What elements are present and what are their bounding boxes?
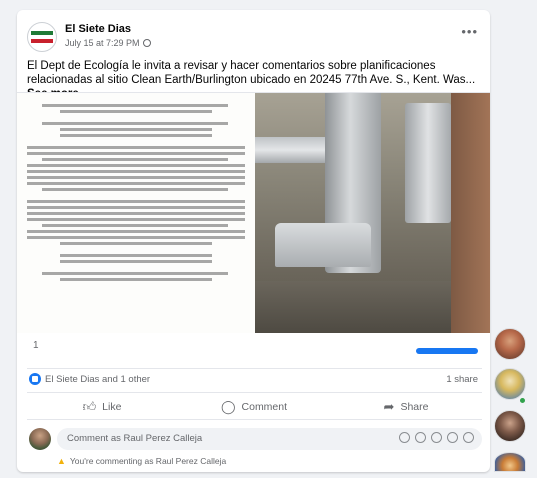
emoji-icon[interactable] (415, 432, 426, 443)
contact-avatar[interactable] (494, 452, 526, 472)
flyer-text-line (42, 188, 228, 191)
post-media[interactable] (17, 92, 490, 333)
flyer-image[interactable] (17, 93, 255, 333)
thumbs-up-icon: 👍︎ (82, 399, 97, 414)
user-avatar[interactable] (29, 428, 51, 450)
speech-bubble-icon: ◯ (220, 399, 236, 414)
more-options-icon: ••• (461, 24, 478, 39)
flyer-text-line (27, 176, 245, 179)
flyer-text-line (27, 212, 245, 215)
like-label: Like (102, 401, 122, 413)
like-button[interactable]: 👍︎ Like (27, 393, 177, 421)
comment-label: Comment (241, 401, 288, 413)
flyer-text-line (27, 206, 245, 209)
photo-duct-right (405, 103, 451, 223)
avatar-sticker-icon[interactable] (399, 432, 410, 443)
flyer-text-line (59, 260, 213, 263)
post-stats: El Siete Dias and 1 other 1 share (27, 368, 482, 386)
flyer-text-line (27, 218, 245, 221)
photo-hood (275, 223, 371, 267)
flyer-text-line (27, 200, 245, 203)
sticker-icon[interactable] (463, 432, 474, 443)
online-status-icon (518, 396, 527, 405)
flyer-text-line (42, 104, 228, 107)
warning-icon: ▲ (57, 456, 66, 466)
comment-button[interactable]: ◯ Comment (179, 393, 329, 421)
reaction-row: 1 (27, 338, 482, 354)
share-label: Share (400, 401, 429, 413)
ductwork-photo[interactable] (255, 93, 490, 333)
commenting-as-text: You're commenting as Raul Perez Calleja (69, 456, 227, 466)
page-name[interactable]: El Siete Dias (65, 23, 131, 35)
post-body: El Dept de Ecología le invita a revisar … (27, 60, 476, 86)
share-button[interactable]: ➦ Share (331, 393, 481, 421)
more-options-button[interactable]: ••• (461, 24, 478, 39)
flyer-text-line (42, 272, 228, 275)
photo-brick-wall (451, 93, 490, 333)
commenting-as-notice: ▲ You're commenting as Raul Perez Calleja (57, 456, 226, 466)
flyer-text-line (27, 236, 245, 239)
post-actions: 👍︎ Like ◯ Comment ➦ Share (27, 392, 482, 420)
share-arrow-icon: ➦ (383, 399, 395, 414)
flyer-text-line (27, 230, 245, 233)
post-header: El Siete Dias July 15 at 7:29 PM ••• (27, 22, 482, 54)
flyer-text-line (59, 128, 213, 131)
page-avatar[interactable] (27, 22, 57, 52)
gif-icon[interactable] (447, 432, 458, 443)
flyer-text-line (27, 164, 245, 167)
flyer-text-line (59, 242, 213, 245)
reaction-count: 1 (33, 340, 39, 351)
likes-summary[interactable]: El Siete Dias and 1 other (45, 374, 150, 385)
contact-avatar[interactable] (494, 410, 526, 442)
globe-icon (142, 39, 151, 47)
comment-input[interactable]: Comment as Raul Perez Calleja (57, 428, 482, 450)
flyer-text-line (42, 158, 228, 161)
camera-icon[interactable] (431, 432, 442, 443)
flyer-text-line (59, 110, 213, 113)
shares-count[interactable]: 1 share (446, 374, 478, 385)
flyer-text-line (27, 146, 245, 149)
contact-avatar[interactable] (494, 328, 526, 360)
post-timestamp-row: July 15 at 7:29 PM (65, 38, 151, 48)
comment-composer: Comment as Raul Perez Calleja (27, 426, 482, 454)
flyer-text-line (42, 122, 228, 125)
flyer-text-line (42, 224, 228, 227)
flyer-text-line (59, 134, 213, 137)
comment-placeholder: Comment as Raul Perez Calleja (67, 433, 203, 444)
logo-red-stripe (31, 39, 53, 43)
flyer-text-line (59, 254, 213, 257)
post-timestamp[interactable]: July 15 at 7:29 PM (65, 38, 140, 48)
flyer-text-line (27, 170, 245, 173)
blue-bar[interactable] (416, 348, 478, 354)
chat-contacts-rail (494, 328, 534, 478)
feed-post: El Siete Dias July 15 at 7:29 PM ••• El … (17, 10, 490, 472)
flyer-text-line (27, 182, 245, 185)
comment-tools (399, 432, 474, 443)
flyer-text-line (59, 278, 213, 281)
like-badge-icon (29, 373, 41, 385)
flyer-text-line (27, 152, 245, 155)
